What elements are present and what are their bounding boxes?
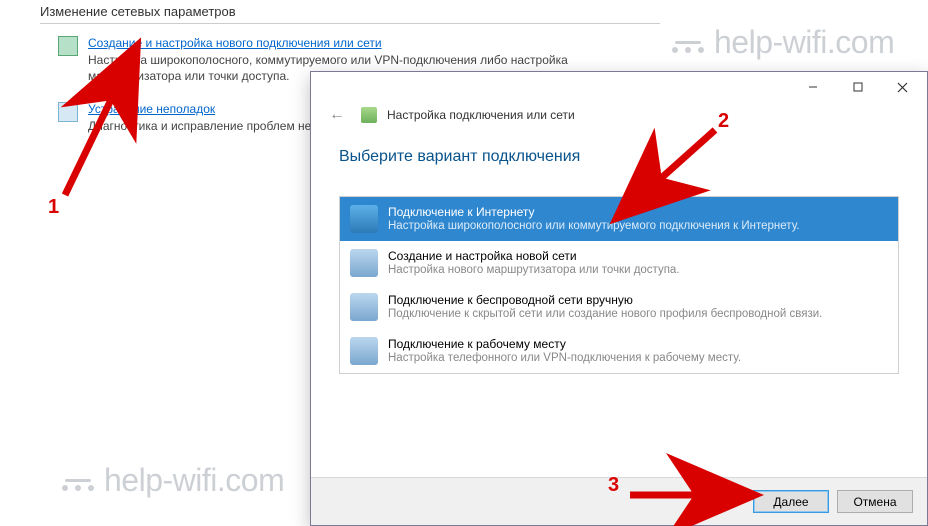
titlebar <box>311 72 927 102</box>
annot-number-1: 1 <box>48 196 59 219</box>
option-title: Создание и настройка новой сети <box>388 249 680 263</box>
back-arrow-icon[interactable]: ← <box>323 104 351 126</box>
option-internet[interactable]: Подключение к Интернету Настройка широко… <box>340 197 898 241</box>
close-button[interactable] <box>880 73 925 101</box>
wizard-icon <box>361 107 377 123</box>
annot-number-2: 2 <box>718 110 729 133</box>
option-title: Подключение к Интернету <box>388 205 799 219</box>
connection-options-list: Подключение к Интернету Настройка широко… <box>339 196 899 374</box>
dialog-title: Настройка подключения или сети <box>387 108 575 122</box>
option-desc: Подключение к скрытой сети или создание … <box>388 308 822 320</box>
option-desc: Настройка телефонного или VPN-подключени… <box>388 352 741 364</box>
network-add-icon <box>58 36 78 56</box>
option-workplace[interactable]: Подключение к рабочему месту Настройка т… <box>340 329 898 373</box>
option-desc: Настройка нового маршрутизатора или точк… <box>388 264 680 276</box>
next-button[interactable]: Далее <box>753 490 829 513</box>
cancel-button[interactable]: Отмена <box>837 490 913 513</box>
troubleshoot-link[interactable]: Устранение неполадок <box>88 102 215 116</box>
building-icon <box>350 337 378 365</box>
setup-new-connection-link[interactable]: Создание и настройка нового подключения … <box>88 36 382 50</box>
globe-icon <box>350 205 378 233</box>
option-title: Подключение к рабочему месту <box>388 337 741 351</box>
wifi-icon <box>350 293 378 321</box>
option-wireless-manual[interactable]: Подключение к беспроводной сети вручную … <box>340 285 898 329</box>
option-new-network[interactable]: Создание и настройка новой сети Настройк… <box>340 241 898 285</box>
section-heading: Изменение сетевых параметров <box>40 4 660 24</box>
dialog-header: ← Настройка подключения или сети <box>311 102 927 134</box>
troubleshoot-icon <box>58 102 78 122</box>
option-title: Подключение к беспроводной сети вручную <box>388 293 822 307</box>
connection-wizard-dialog: ← Настройка подключения или сети Выберит… <box>310 71 928 526</box>
option-desc: Настройка широкополосного или коммутируе… <box>388 220 799 232</box>
watermark: help-wifi.com <box>60 460 284 499</box>
minimize-button[interactable] <box>790 73 835 101</box>
maximize-button[interactable] <box>835 73 880 101</box>
annot-number-3: 3 <box>608 474 619 497</box>
router-icon <box>350 249 378 277</box>
watermark: help-wifi.com <box>670 22 894 61</box>
dialog-heading: Выберите вариант подключения <box>339 148 899 166</box>
